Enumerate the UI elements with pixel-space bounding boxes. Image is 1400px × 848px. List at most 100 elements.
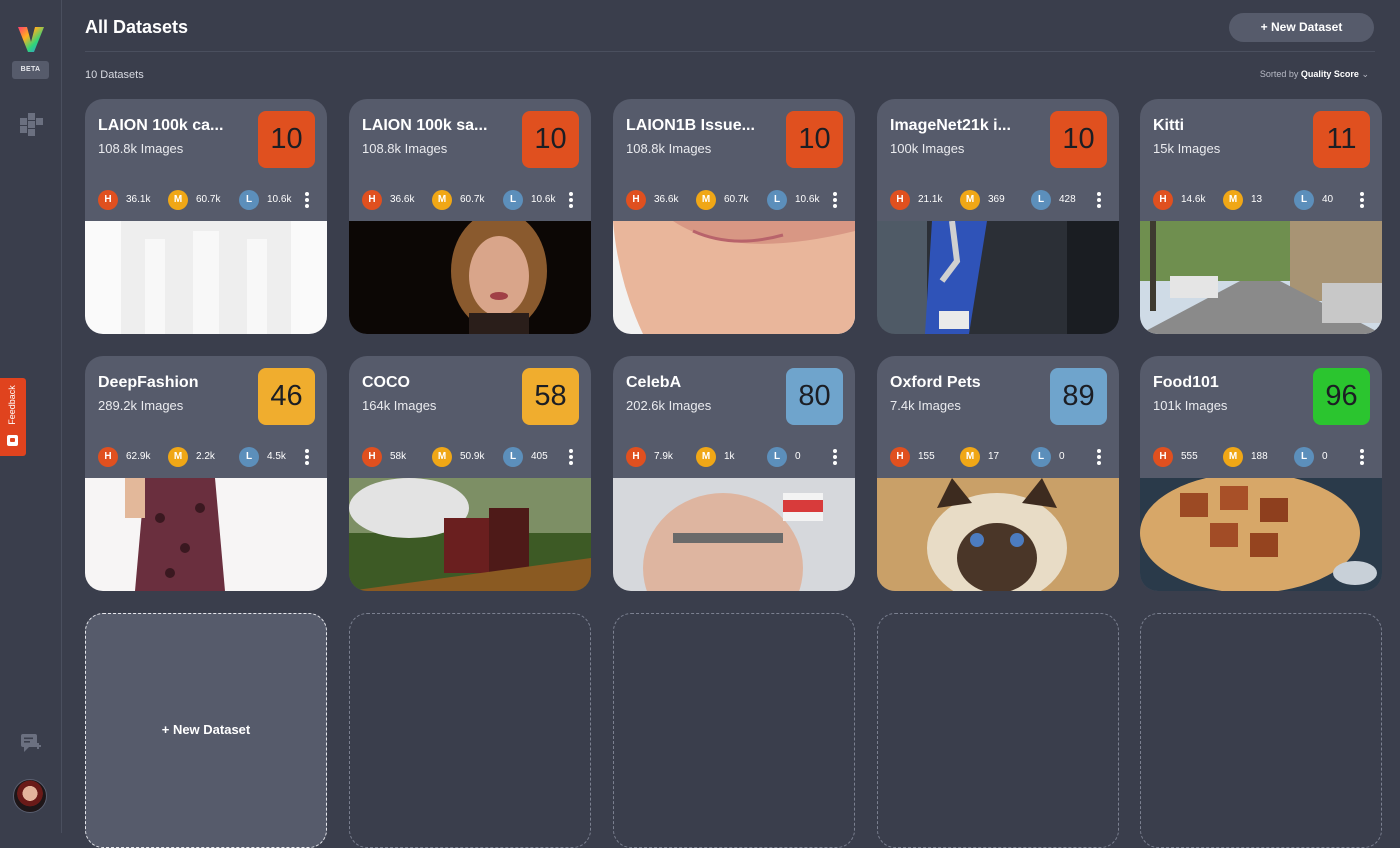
more-options-icon[interactable] <box>832 192 838 208</box>
sort-dropdown[interactable]: Sorted by Quality Score ⌄ <box>1260 69 1369 80</box>
more-options-icon[interactable] <box>1096 192 1102 208</box>
feedback-label: Feedback <box>7 385 17 425</box>
dataset-image-count: 289.2k Images <box>98 398 184 413</box>
low-count: 10.6k <box>531 194 556 205</box>
medium-severity-icon: M <box>960 447 980 467</box>
low-severity-icon: L <box>1031 190 1051 210</box>
medium-severity-icon: M <box>168 447 188 467</box>
more-options-icon[interactable] <box>1359 192 1365 208</box>
medium-count: 50.9k <box>460 451 485 462</box>
dataset-card[interactable]: CelebA 202.6k Images 80 H 7.9k M 1k L 0 <box>613 356 855 591</box>
app-logo[interactable] <box>16 24 46 54</box>
issue-stats: H 21.1k M 369 L 428 <box>890 190 1110 210</box>
medium-count: 1k <box>724 451 735 462</box>
quality-score-badge: 10 <box>786 111 843 168</box>
quality-score-badge: 89 <box>1050 368 1107 425</box>
high-count: 62.9k <box>126 451 151 462</box>
issue-stats: H 7.9k M 1k L 0 <box>626 447 846 467</box>
low-severity-icon: L <box>503 447 523 467</box>
low-severity-icon: L <box>1294 447 1314 467</box>
quality-score-badge: 10 <box>522 111 579 168</box>
medium-severity-icon: M <box>1223 447 1243 467</box>
low-count: 4.5k <box>267 451 286 462</box>
more-options-icon[interactable] <box>568 449 574 465</box>
dataset-image-count: 108.8k Images <box>362 141 448 156</box>
dataset-card[interactable]: ImageNet21k i... 100k Images 10 H 21.1k M 369 L… <box>877 99 1119 334</box>
add-dataset-card[interactable]: + New Dataset <box>85 613 327 848</box>
sort-prefix: Sorted by <box>1259 69 1299 79</box>
high-count: 7.9k <box>654 451 673 462</box>
empty-slot <box>877 613 1119 848</box>
medium-severity-icon: M <box>960 190 980 210</box>
quality-score-badge: 80 <box>786 368 843 425</box>
high-severity-icon: H <box>890 190 910 210</box>
low-count: 0 <box>795 451 801 462</box>
dataset-card[interactable]: Oxford Pets 7.4k Images 89 H 155 M 17 L 0 <box>877 356 1119 591</box>
beta-badge: BETA <box>12 61 49 79</box>
dataset-thumbnail <box>85 478 327 591</box>
dataset-card[interactable]: Kitti 15k Images 11 H 14.6k M 13 L 40 <box>1140 99 1382 334</box>
low-severity-icon: L <box>239 447 259 467</box>
more-options-icon[interactable] <box>1359 449 1365 465</box>
issue-stats: H 36.1k M 60.7k L 10.6k <box>98 190 318 210</box>
issue-stats: H 555 M 188 L 0 <box>1153 447 1373 467</box>
low-count: 405 <box>531 451 548 462</box>
feedback-tab[interactable]: Feedback <box>0 378 26 456</box>
dataset-card[interactable]: DeepFashion 289.2k Images 46 H 62.9k M 2.2k L 4.… <box>85 356 327 591</box>
quality-score-badge: 11 <box>1313 111 1370 168</box>
dataset-card[interactable]: LAION 100k sa... 108.8k Images 10 H 36.6k M 60… <box>349 99 591 334</box>
medium-count: 369 <box>988 194 1005 205</box>
low-count: 0 <box>1059 451 1065 462</box>
low-severity-icon: L <box>767 447 787 467</box>
low-count: 428 <box>1059 194 1076 205</box>
low-count: 0 <box>1322 451 1328 462</box>
high-severity-icon: H <box>1153 190 1173 210</box>
low-severity-icon: L <box>503 190 523 210</box>
medium-severity-icon: M <box>432 190 452 210</box>
dataset-thumbnail <box>613 221 855 334</box>
dataset-name: Oxford Pets <box>890 374 981 391</box>
issue-stats: H 155 M 17 L 0 <box>890 447 1110 467</box>
dataset-image-count: 101k Images <box>1153 398 1228 413</box>
sort-value: Quality Score <box>1300 69 1359 79</box>
sidebar: BETA Feedback <box>0 0 62 833</box>
issue-stats: H 14.6k M 13 L 40 <box>1153 190 1373 210</box>
more-options-icon[interactable] <box>1096 449 1102 465</box>
medium-count: 60.7k <box>460 194 485 205</box>
dataset-card[interactable]: LAION 100k ca... 108.8k Images 10 H 36.1k M 60… <box>85 99 327 334</box>
high-severity-icon: H <box>1153 447 1173 467</box>
low-count: 10.6k <box>267 194 292 205</box>
dataset-thumbnail <box>1140 478 1382 591</box>
dataset-card[interactable]: Food101 101k Images 96 H 555 M 188 L 0 <box>1140 356 1382 591</box>
dataset-image-count: 108.8k Images <box>626 141 712 156</box>
dataset-card[interactable]: COCO 164k Images 58 H 58k M 50.9k L 405 <box>349 356 591 591</box>
high-count: 36.1k <box>126 194 151 205</box>
medium-severity-icon: M <box>432 447 452 467</box>
dataset-image-count: 100k Images <box>890 141 965 156</box>
dataset-card[interactable]: LAION1B Issue... 108.8k Images 10 H 36.6k M 60… <box>613 99 855 334</box>
high-severity-icon: H <box>98 190 118 210</box>
more-options-icon[interactable] <box>304 449 310 465</box>
user-avatar[interactable] <box>13 779 47 813</box>
quality-score-badge: 10 <box>1050 111 1107 168</box>
dataset-thumbnail <box>85 221 327 334</box>
add-dataset-label: + New Dataset <box>161 722 251 737</box>
new-dataset-button[interactable]: + New Dataset <box>1229 13 1374 42</box>
medium-count: 60.7k <box>196 194 221 205</box>
dataset-image-count: 164k Images <box>362 398 437 413</box>
more-options-icon[interactable] <box>304 192 310 208</box>
more-options-icon[interactable] <box>568 192 574 208</box>
dataset-name: COCO <box>362 374 410 391</box>
medium-count: 13 <box>1251 194 1263 205</box>
medium-count: 2.2k <box>196 451 215 462</box>
header-divider <box>85 51 1375 52</box>
notes-add-icon[interactable] <box>20 733 42 753</box>
feedback-icon <box>7 435 18 446</box>
quality-score-badge: 46 <box>258 368 315 425</box>
high-count: 14.6k <box>1181 194 1206 205</box>
high-count: 155 <box>918 451 935 462</box>
issue-stats: H 62.9k M 2.2k L 4.5k <box>98 447 318 467</box>
low-severity-icon: L <box>1031 447 1051 467</box>
datasets-grid-icon[interactable] <box>19 112 43 136</box>
more-options-icon[interactable] <box>832 449 838 465</box>
